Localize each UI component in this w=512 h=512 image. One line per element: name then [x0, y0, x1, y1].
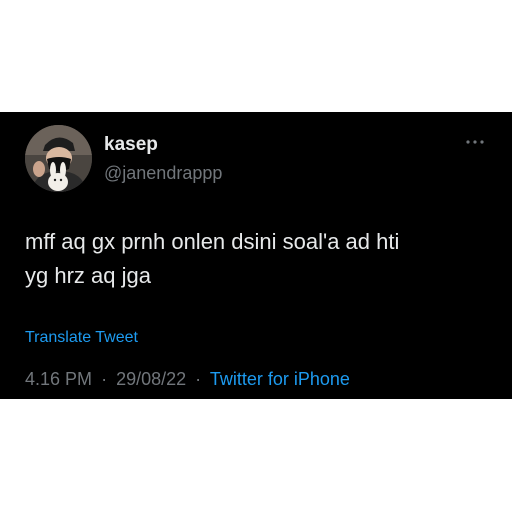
separator-dot: · [195, 369, 202, 389]
tweet-text-line-1: mff aq gx prnh onlen dsini soal'a ad hti [25, 229, 400, 254]
tweet-metadata: 4.16 PM · 29/08/22 · Twitter for iPhone [25, 368, 350, 390]
more-horizontal-icon[interactable] [465, 138, 485, 146]
tweet-time: 4.16 PM [25, 369, 93, 389]
avatar-photo [25, 125, 92, 192]
avatar[interactable] [25, 125, 92, 192]
tweet-date: 29/08/22 [116, 369, 187, 389]
separator-dot: · [101, 369, 108, 389]
translate-tweet-link[interactable]: Translate Tweet [25, 328, 138, 348]
display-name[interactable]: kasep [104, 134, 158, 156]
screenshot-canvas: kasep @janendrappp mff aq gx prnh onlen … [0, 0, 512, 512]
user-handle[interactable]: @janendrappp [104, 162, 222, 184]
tweet-text-line-2: yg hrz aq jga [25, 263, 151, 288]
tweet-source-link[interactable]: Twitter for iPhone [210, 369, 350, 389]
tweet-text: mff aq gx prnh onlen dsini soal'a ad hti… [25, 225, 495, 293]
tweet-card: kasep @janendrappp mff aq gx prnh onlen … [0, 112, 512, 399]
